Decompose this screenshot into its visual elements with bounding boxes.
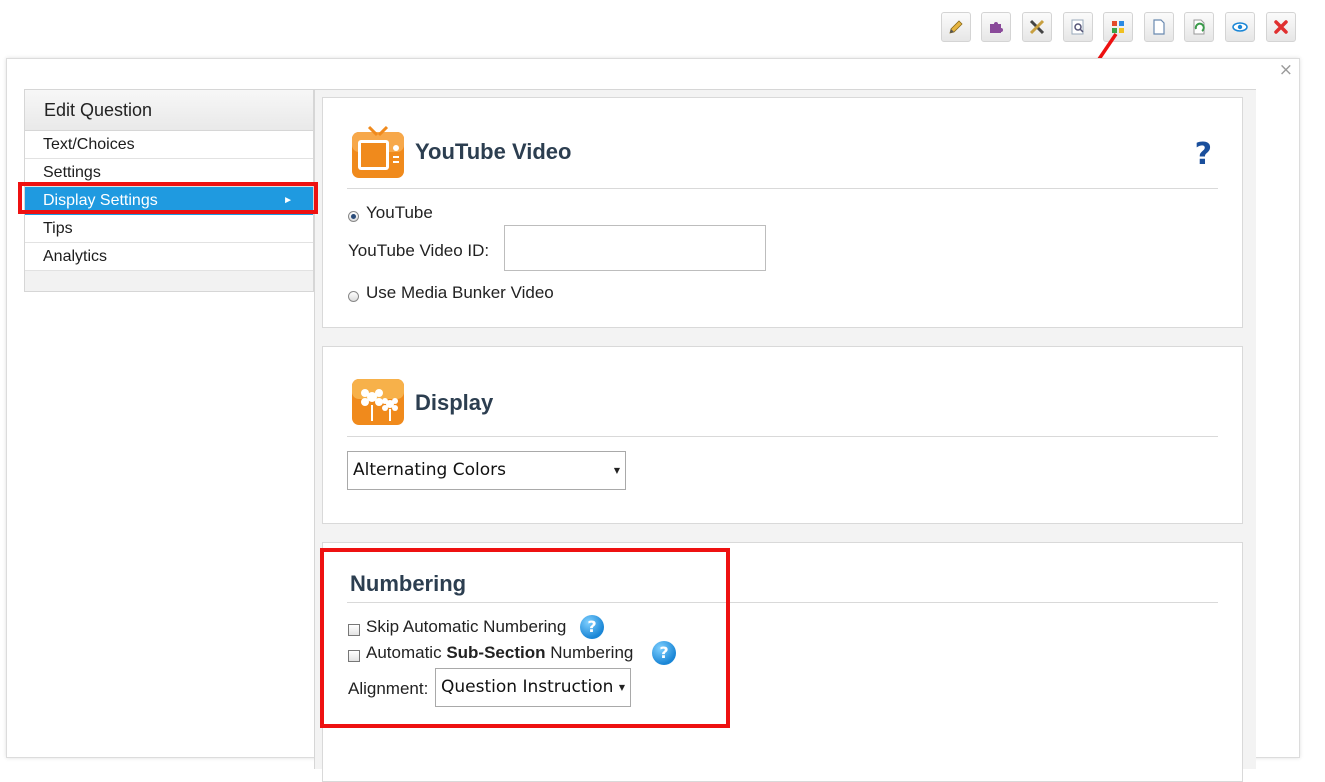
media-bunker-radio-label: Use Media Bunker Video (366, 283, 554, 302)
eye-icon (1232, 22, 1248, 32)
display-card: Display Alternating Colors ▼ (322, 346, 1243, 524)
menu-item-display-settings[interactable]: Display Settings ► (25, 187, 313, 215)
help-question-icon[interactable]: ? (1195, 140, 1212, 170)
youtube-video-card: YouTube Video ? YouTube YouTube Video ID… (322, 97, 1243, 328)
view-button[interactable] (1225, 12, 1255, 42)
youtube-radio[interactable] (348, 211, 359, 222)
video-id-input[interactable] (504, 225, 766, 271)
numbering-section-title: Numbering (350, 571, 467, 596)
tools-icon (1029, 19, 1045, 35)
help-bubble-icon[interactable]: ? (652, 641, 676, 665)
youtube-radio-label: YouTube (366, 203, 433, 222)
layout-grid-icon (1112, 21, 1124, 33)
subsection-numbering-checkbox[interactable] (348, 650, 360, 662)
label-prefix: Automatic (366, 643, 447, 662)
copy-button[interactable] (1144, 12, 1174, 42)
preview-magnifier-icon (1071, 19, 1084, 35)
edit-question-dialog: × Edit Question Text/Choices Settings Di… (6, 58, 1300, 782)
menu-item-label: Tips (43, 220, 73, 237)
display-section-title: Display (415, 390, 494, 415)
menu-item-label: Text/Choices (43, 136, 135, 153)
help-bubble-icon[interactable]: ? (580, 615, 604, 639)
preview-button[interactable] (1063, 12, 1093, 42)
copy-page-icon (1153, 19, 1165, 35)
numbering-card: Numbering Skip Automatic Numbering ? Aut… (322, 542, 1243, 782)
alignment-select[interactable]: Question Instruction ▼ (435, 668, 631, 707)
menu-title: Edit Question (25, 90, 313, 131)
media-bunker-radio[interactable] (348, 291, 359, 302)
delete-x-icon (1274, 20, 1288, 34)
display-header: Display (347, 367, 1218, 437)
dropdown-arrow-icon: ▼ (618, 683, 625, 692)
display-style-value: Alternating Colors (353, 460, 506, 480)
edit-pencil-icon (949, 20, 963, 34)
puzzle-icon (990, 22, 1003, 33)
menu-item-settings[interactable]: Settings (25, 159, 313, 187)
numbering-header: Numbering (347, 561, 1218, 603)
youtube-section-title: YouTube Video (415, 139, 572, 164)
dropdown-arrow-icon: ▼ (613, 466, 620, 475)
tools-button[interactable] (1022, 12, 1052, 42)
menu-item-analytics[interactable]: Analytics (25, 243, 313, 271)
menu-item-label: Settings (43, 164, 101, 181)
alignment-label: Alignment: (348, 679, 429, 698)
subsection-numbering-label: Automatic Sub-Section Numbering (366, 643, 633, 663)
refresh-page-icon (1193, 19, 1205, 35)
logic-button[interactable] (981, 12, 1011, 42)
tv-icon (352, 125, 404, 178)
menu-item-tips[interactable]: Tips (25, 215, 313, 243)
label-bold: Sub-Section (446, 643, 546, 662)
layout-button[interactable] (1103, 12, 1133, 42)
display-style-select[interactable]: Alternating Colors ▼ (347, 451, 626, 490)
dialog-close-button[interactable]: × (1279, 61, 1293, 79)
label-suffix: Numbering (545, 643, 634, 662)
edit-button[interactable] (941, 12, 971, 42)
settings-panel: YouTube Video ? YouTube YouTube Video ID… (314, 89, 1256, 782)
skip-numbering-checkbox[interactable] (348, 624, 360, 636)
menu-item-label: Display Settings (43, 192, 158, 209)
edit-question-menu: Edit Question Text/Choices Settings Disp… (24, 89, 314, 292)
delete-button[interactable] (1266, 12, 1296, 42)
alignment-value: Question Instruction (441, 677, 614, 697)
skip-numbering-label: Skip Automatic Numbering (366, 617, 567, 636)
video-id-label: YouTube Video ID: (348, 241, 490, 260)
menu-item-label: Analytics (43, 248, 108, 265)
menu-item-text-choices[interactable]: Text/Choices (25, 131, 313, 159)
flower-icon (352, 379, 404, 425)
refresh-button[interactable] (1184, 12, 1214, 42)
chevron-right-icon: ► (283, 195, 293, 206)
youtube-header: YouTube Video ? (347, 118, 1218, 189)
